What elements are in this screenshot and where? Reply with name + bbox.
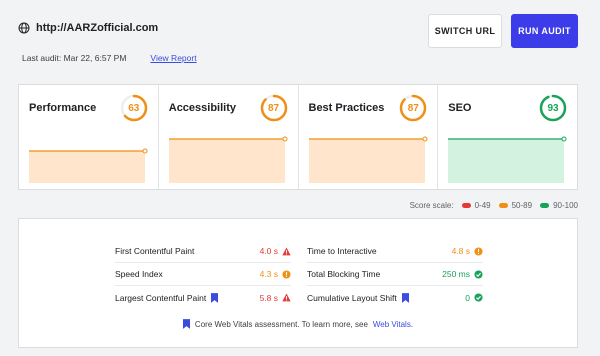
- score-scale-label: Score scale:: [409, 201, 454, 210]
- check-icon: [474, 269, 483, 279]
- score-trend: [308, 136, 427, 183]
- poor-dot-icon: [461, 203, 471, 208]
- score-gauge: 87: [260, 94, 288, 122]
- metric-value: 4.0 s: [259, 246, 278, 256]
- score-trend: [29, 148, 148, 183]
- metric-value: 250 ms: [442, 269, 470, 279]
- warning-icon: [282, 246, 291, 255]
- metrics-panel: First Contentful Paint 4.0 s Speed Index…: [18, 218, 578, 348]
- card-best-practices[interactable]: Best Practices 87: [299, 85, 439, 189]
- metric-label: Speed Index: [115, 269, 163, 279]
- metric-row: Largest Contentful Paint 5.8 s: [115, 286, 291, 309]
- bookmark-icon: [401, 292, 409, 303]
- metric-value: 4.8 s: [451, 246, 470, 256]
- last-audit-text: Last audit: Mar 22, 6:57 PM: [22, 53, 127, 63]
- web-vitals-link[interactable]: Web Vitals: [373, 320, 411, 329]
- warning-icon: [282, 293, 291, 302]
- card-title: Accessibility: [168, 102, 237, 114]
- info-icon: [282, 269, 291, 279]
- score-scale-legend: Score scale: 0-49 50-89 90-100: [409, 201, 578, 210]
- metric-value: 5.8 s: [259, 292, 278, 303]
- card-seo[interactable]: SEO 93: [438, 85, 577, 189]
- score-gauge: 93: [539, 94, 567, 122]
- metric-label: Cumulative Layout Shift: [307, 292, 397, 303]
- score-trend: [448, 136, 567, 183]
- metric-value: 0: [465, 292, 470, 303]
- metric-label: First Contentful Paint: [115, 246, 195, 256]
- metric-row: Cumulative Layout Shift 0: [307, 286, 483, 309]
- metric-label: Total Blocking Time: [307, 269, 381, 279]
- bookmark-icon: [182, 319, 190, 329]
- metric-label: Largest Contentful Paint: [115, 292, 207, 303]
- run-audit-button[interactable]: RUN AUDIT: [511, 14, 578, 48]
- card-title: SEO: [448, 102, 472, 114]
- metric-row: Time to Interactive 4.8 s: [307, 240, 483, 263]
- score-gauge: 63: [120, 94, 148, 122]
- metric-label: Time to Interactive: [307, 246, 377, 256]
- info-icon: [474, 246, 483, 256]
- switch-url-button[interactable]: SWITCH URL: [428, 14, 502, 48]
- metric-value: 4.3 s: [259, 269, 278, 279]
- score-trend: [168, 136, 288, 183]
- url-display: http://AARZofficial.com: [18, 22, 158, 34]
- metric-row: Speed Index 4.3 s: [115, 263, 291, 286]
- card-title: Performance: [29, 102, 97, 114]
- score-cards: Performance 63 Accessibility 87 Best Pra…: [18, 84, 578, 190]
- site-url: http://AARZofficial.com: [36, 22, 159, 34]
- globe-icon: [18, 22, 30, 34]
- cwv-note: Core Web Vitals assessment. To learn mor…: [19, 319, 577, 329]
- card-title: Best Practices: [308, 102, 385, 114]
- card-accessibility[interactable]: Accessibility 87: [159, 85, 299, 189]
- average-dot-icon: [498, 203, 508, 208]
- card-performance[interactable]: Performance 63: [19, 85, 159, 189]
- metric-row: First Contentful Paint 4.0 s: [115, 240, 291, 263]
- good-dot-icon: [540, 203, 550, 208]
- check-icon: [474, 293, 483, 302]
- bookmark-icon: [211, 292, 219, 303]
- metric-row: Total Blocking Time 250 ms: [307, 263, 483, 286]
- score-gauge: 87: [399, 94, 427, 122]
- view-report-link[interactable]: View Report: [150, 53, 196, 63]
